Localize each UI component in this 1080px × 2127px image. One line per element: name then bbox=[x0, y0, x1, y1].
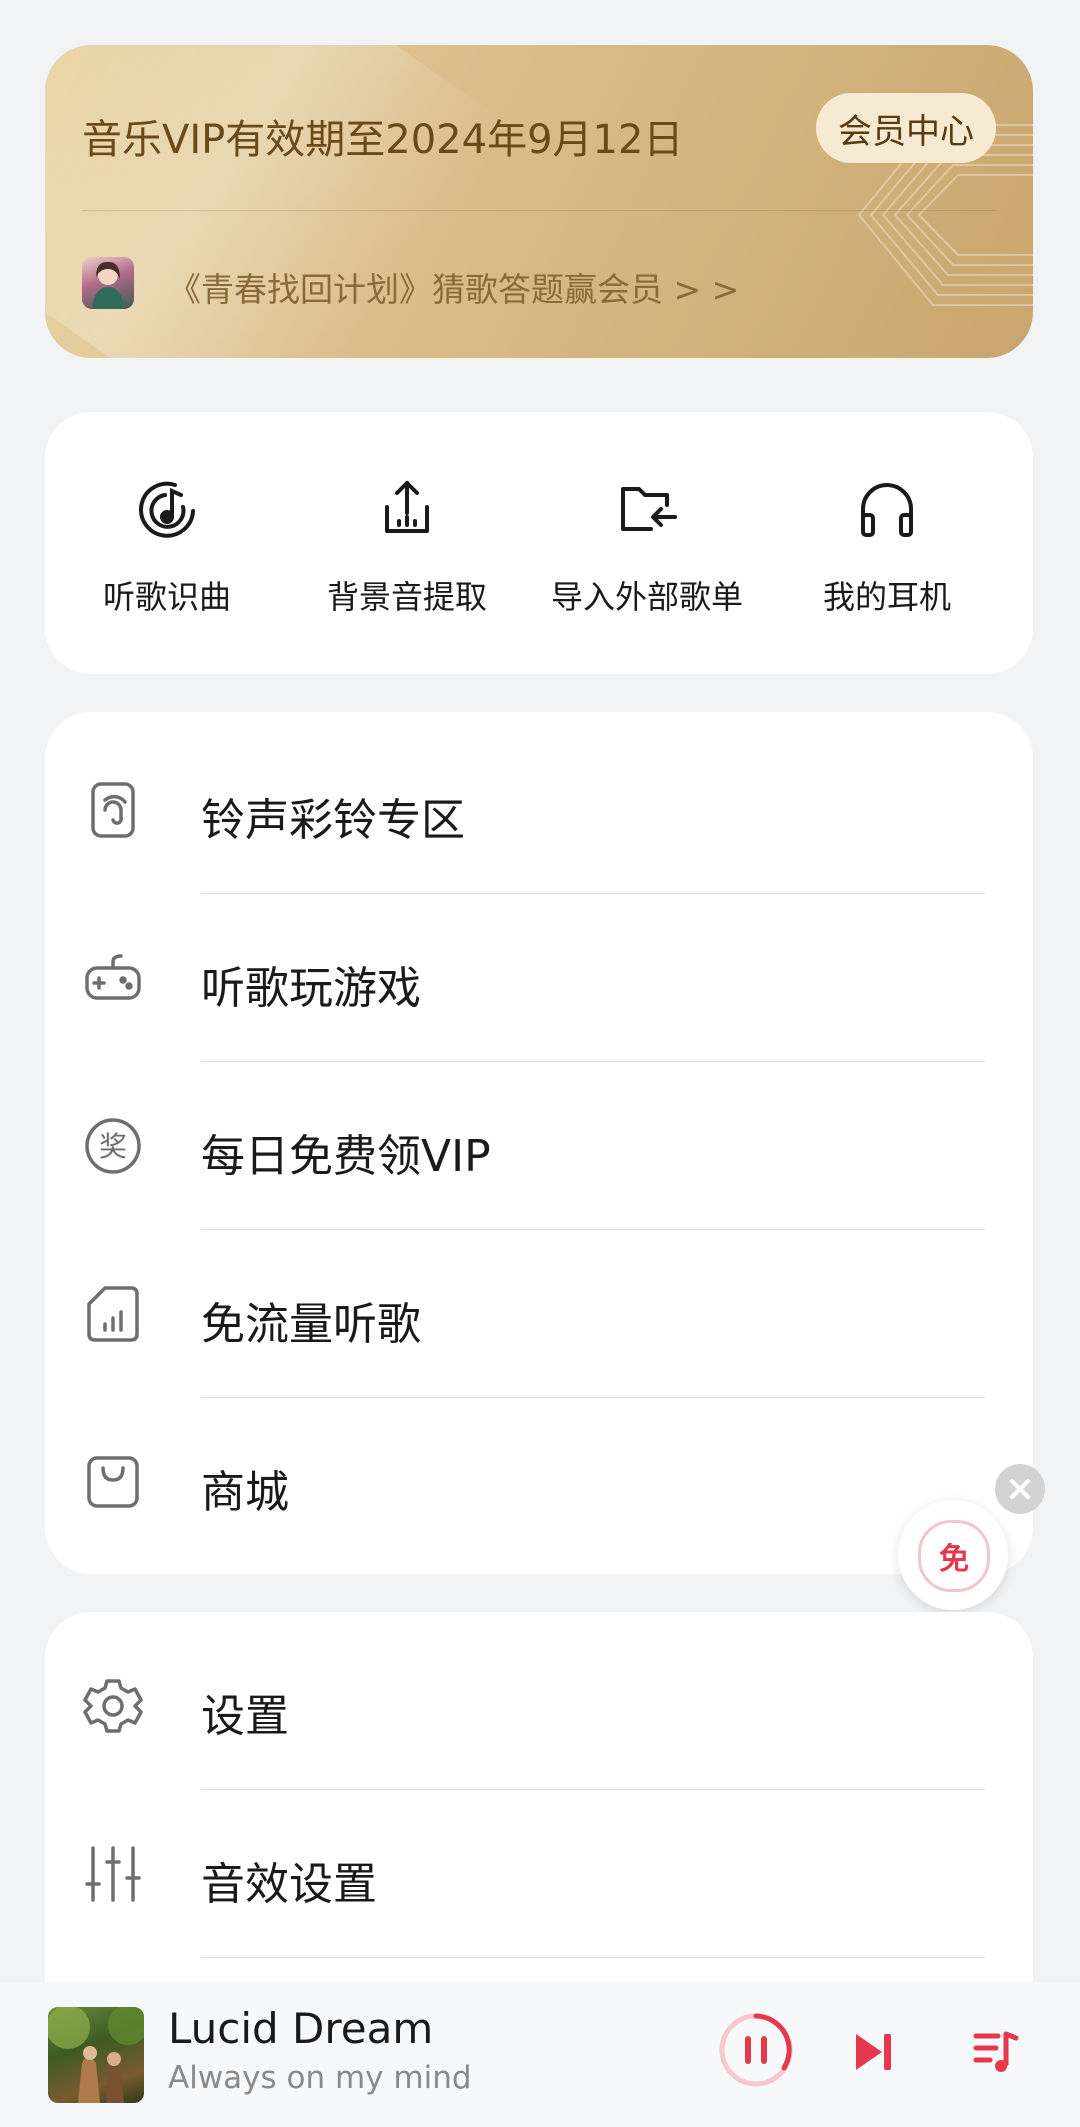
close-float-button[interactable] bbox=[995, 1464, 1045, 1514]
vip-card[interactable]: 音乐VIP有效期至2024年9月12日 会员中心 《青春找回计划》猜歌答题赢会员… bbox=[45, 45, 1033, 358]
vip-divider bbox=[82, 210, 996, 211]
album-cover[interactable] bbox=[48, 2007, 144, 2103]
playlist-icon[interactable] bbox=[972, 2028, 1020, 2076]
gamepad-icon bbox=[85, 954, 141, 1000]
pause-button[interactable] bbox=[718, 2012, 794, 2088]
sim-data-icon bbox=[87, 1286, 139, 1342]
tool-label: 我的耳机 bbox=[822, 578, 951, 616]
free-music-float-button[interactable]: 免 bbox=[898, 1500, 1008, 1610]
shopping-bag-icon bbox=[87, 1456, 139, 1508]
services-list: 铃声彩铃专区 听歌玩游戏 奖 每日免费领VIP 免流量听歌 商城 bbox=[45, 712, 1033, 1574]
award-icon: 奖 bbox=[85, 1118, 141, 1174]
settings-list: 设置 音效设置 bbox=[45, 1612, 1033, 2032]
tool-my-headphones[interactable]: 我的耳机 bbox=[767, 412, 1007, 674]
vip-expiry-text: 音乐VIP有效期至2024年9月12日 bbox=[82, 117, 684, 163]
equalizer-icon bbox=[85, 1846, 141, 1902]
vip-card-sheen bbox=[45, 45, 508, 358]
list-item-label: 音效设置 bbox=[201, 1859, 377, 1910]
list-item-label: 铃声彩铃专区 bbox=[201, 795, 465, 846]
tool-background-extract[interactable]: 背景音提取 bbox=[287, 412, 527, 674]
divider bbox=[201, 1956, 985, 1958]
member-center-button[interactable]: 会员中心 bbox=[816, 93, 996, 163]
headphones-icon bbox=[861, 483, 913, 537]
list-item-label: 免流量听歌 bbox=[201, 1299, 421, 1350]
tool-label: 导入外部歌单 bbox=[550, 578, 743, 616]
song-subtitle: Always on my mind bbox=[168, 2060, 472, 2096]
gear-icon bbox=[83, 1679, 143, 1733]
list-item-ringtone[interactable]: 铃声彩铃专区 bbox=[45, 726, 1033, 894]
list-item-label: 听歌玩游戏 bbox=[201, 963, 421, 1014]
mini-player[interactable]: Lucid Dream Always on my mind bbox=[0, 1982, 1080, 2127]
ringtone-icon bbox=[91, 782, 135, 838]
tool-label: 背景音提取 bbox=[326, 578, 487, 616]
tool-music-recognition[interactable]: 听歌识曲 bbox=[47, 412, 287, 674]
folder-import-icon bbox=[621, 487, 677, 531]
tool-import-playlist[interactable]: 导入外部歌单 bbox=[527, 412, 767, 674]
free-badge-label: 免 bbox=[918, 1520, 990, 1592]
close-icon bbox=[1010, 1479, 1030, 1499]
music-recognition-icon bbox=[139, 481, 195, 538]
quick-tools-card: 听歌识曲 背景音提取 导入外部歌单 我的耳机 bbox=[45, 412, 1033, 674]
list-item-store[interactable]: 商城 bbox=[45, 1398, 1033, 1566]
list-item-free-vip[interactable]: 奖 每日免费领VIP bbox=[45, 1062, 1033, 1230]
song-title: Lucid Dream bbox=[168, 2004, 434, 2053]
tool-label: 听歌识曲 bbox=[102, 578, 231, 616]
next-track-icon[interactable] bbox=[852, 2030, 896, 2074]
list-item-free-data[interactable]: 免流量听歌 bbox=[45, 1230, 1033, 1398]
list-item-music-game[interactable]: 听歌玩游戏 bbox=[45, 894, 1033, 1062]
svg-text:奖: 奖 bbox=[99, 1130, 127, 1163]
vip-card-decoration bbox=[857, 124, 1033, 306]
list-item-sound-effects[interactable]: 音效设置 bbox=[45, 1790, 1033, 1958]
list-item-settings[interactable]: 设置 bbox=[45, 1622, 1033, 1790]
list-item-label: 每日免费领VIP bbox=[201, 1131, 491, 1182]
list-item-label: 商城 bbox=[201, 1467, 289, 1518]
list-item-label: 设置 bbox=[201, 1691, 289, 1742]
promo-avatar bbox=[82, 257, 134, 309]
share-upload-icon bbox=[385, 481, 429, 533]
promo-link[interactable]: 《青春找回计划》猜歌答题赢会员 > > bbox=[168, 263, 739, 311]
